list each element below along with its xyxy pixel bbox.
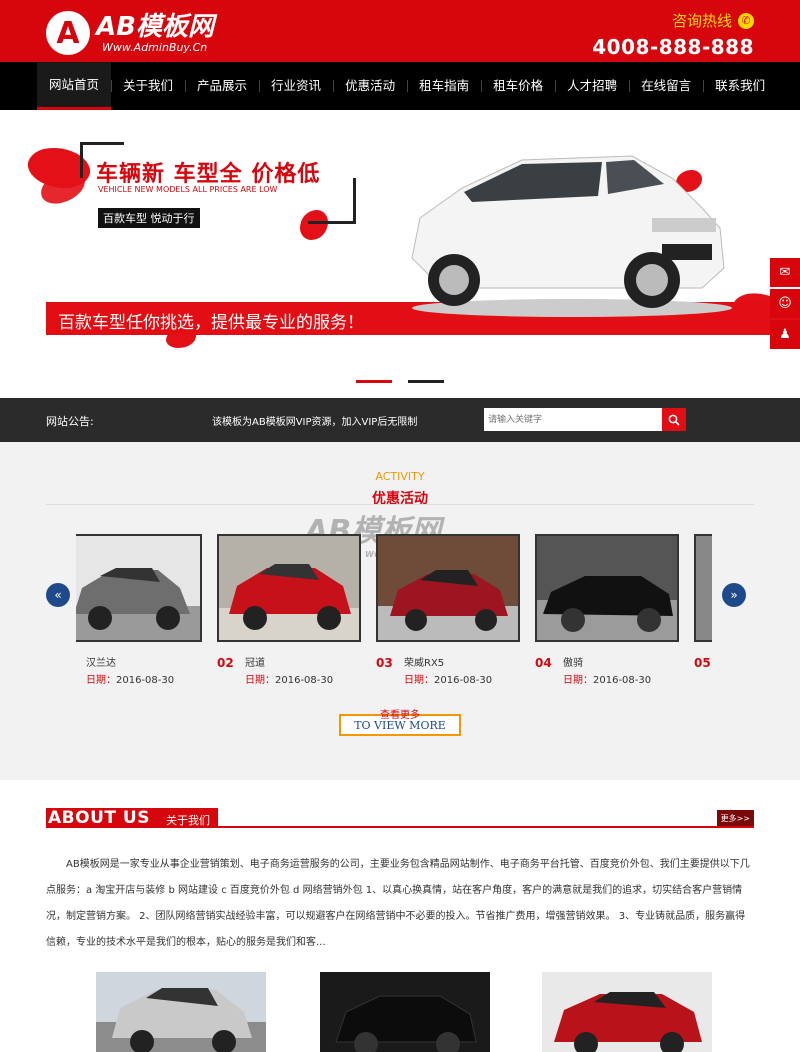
logo-url: Www.AdminBuy.Cn — [102, 40, 208, 54]
date-label: 日期： — [245, 675, 275, 686]
card-number: 05 — [694, 656, 711, 670]
nav-item-products[interactable]: 产品展示 — [185, 62, 259, 110]
car-thumbnail — [535, 534, 679, 642]
nav-item-promotions[interactable]: 优惠活动 — [333, 62, 407, 110]
hotline: 咨询热线 ✆ 4008-888-888 — [592, 10, 754, 59]
car-thumbnail — [694, 534, 712, 642]
activity-card[interactable]: 02 冠道 日期：2016-08-30 — [217, 534, 361, 686]
activity-card[interactable]: 03 荣威RX5 日期：2016-08-30 — [376, 534, 520, 686]
user-icon[interactable]: ☺ — [770, 289, 800, 318]
nav-item-message[interactable]: 在线留言 — [629, 62, 703, 110]
car-thumbnail — [376, 534, 520, 642]
nav-item-about[interactable]: 关于我们 — [111, 62, 185, 110]
about-image[interactable] — [542, 972, 712, 1052]
activity-carousel: 01 汉兰达 日期：2016-08-30 02 冠道 日期：2016-08-30… — [76, 534, 712, 694]
card-title[interactable]: 荣威RX5 — [404, 654, 444, 669]
banner-title: 车辆新 车型全 价格低 — [96, 162, 321, 187]
hero-banner[interactable]: 车辆新 车型全 价格低 VEHICLE NEW MODELS ALL PRICE… — [0, 110, 800, 398]
main-nav: 网站首页 关于我们 产品展示 行业资讯 优惠活动 租车指南 租车价格 人才招聘 … — [0, 62, 800, 110]
activity-card[interactable]: 05 — [694, 534, 712, 670]
slide-dot-1[interactable] — [356, 380, 392, 383]
slide-dot-2[interactable] — [408, 380, 444, 383]
activity-card[interactable]: 04 傲骑 日期：2016-08-30 — [535, 534, 679, 686]
notice-text[interactable]: 该模板为AB模板网VIP资源，加入VIP后无限制 — [212, 413, 417, 428]
card-title[interactable]: 冠道 — [245, 654, 265, 669]
date-label: 日期： — [563, 675, 593, 686]
card-date: 2016-08-30 — [593, 675, 652, 686]
wechat-icon[interactable]: ✉ — [770, 258, 800, 287]
card-number: 04 — [535, 656, 552, 670]
nav-item-contact[interactable]: 联系我们 — [703, 62, 777, 110]
notice-bar: 网站公告: 该模板为AB模板网VIP资源，加入VIP后无限制 — [0, 398, 800, 442]
activity-title-cn: 优惠活动 — [372, 491, 428, 507]
activity-title-en: ACTIVITY — [375, 470, 425, 483]
view-more-en[interactable]: TO VIEW MORE — [339, 719, 461, 732]
about-image[interactable] — [96, 972, 266, 1052]
side-float-bar: ✉ ☺ ♟ — [770, 258, 800, 350]
activity-card[interactable]: 01 汉兰达 日期：2016-08-30 — [76, 534, 202, 686]
search-icon — [668, 414, 680, 426]
card-title[interactable]: 傲骑 — [563, 654, 583, 669]
nav-item-home[interactable]: 网站首页 — [37, 62, 112, 110]
about-image[interactable] — [320, 972, 490, 1052]
header: A AB模板网 Www.AdminBuy.Cn 咨询热线 ✆ 4008-888-… — [0, 0, 800, 62]
phone-icon: ✆ — [738, 12, 754, 29]
divider — [46, 504, 754, 505]
date-label: 日期： — [86, 675, 116, 686]
card-number: 03 — [376, 656, 393, 670]
car-thumbnail — [217, 534, 361, 642]
about-header: ABOUT US 关于我们 更多>> — [46, 808, 754, 828]
nav-item-prices[interactable]: 租车价格 — [481, 62, 555, 110]
about-text: AB模板网是一家专业从事企业营销策划、电子商务运营服务的公司，主要业务包含精品网… — [46, 852, 754, 956]
logo-title: AB模板网 — [96, 11, 214, 42]
date-label: 日期： — [404, 675, 434, 686]
nav-item-jobs[interactable]: 人才招聘 — [555, 62, 629, 110]
banner-tag: 百款车型 悦动于行 — [98, 208, 200, 228]
qq-icon[interactable]: ♟ — [770, 320, 800, 349]
search-button[interactable] — [662, 408, 686, 431]
prev-arrow-icon[interactable]: « — [46, 583, 70, 607]
activity-section: ACTIVITY 优惠活动 AB模板网 Www.AdminBuy.Cn « » … — [0, 442, 800, 780]
about-title-cn: 关于我们 — [166, 814, 210, 827]
card-date: 2016-08-30 — [116, 675, 175, 686]
card-date: 2016-08-30 — [275, 675, 334, 686]
card-date: 2016-08-30 — [434, 675, 493, 686]
white-suv-image — [411, 155, 732, 317]
site-logo[interactable]: A AB模板网 Www.AdminBuy.Cn — [46, 10, 214, 56]
banner-slogan: 百款车型任你挑选，提供最专业的服务！ — [58, 313, 364, 333]
card-number: 02 — [217, 656, 234, 670]
car-thumbnail — [76, 534, 202, 642]
search-input[interactable] — [484, 408, 662, 431]
nav-item-guide[interactable]: 租车指南 — [407, 62, 481, 110]
next-arrow-icon[interactable]: » — [722, 583, 746, 607]
about-more-link[interactable]: 更多>> — [716, 810, 754, 826]
notice-label: 网站公告: — [46, 415, 94, 428]
banner-subtitle: VEHICLE NEW MODELS ALL PRICES ARE LOW — [98, 185, 278, 194]
card-title[interactable]: 汉兰达 — [86, 654, 116, 669]
hotline-label: 咨询热线 — [671, 12, 732, 30]
logo-mark: A — [46, 11, 90, 55]
about-title-en: ABOUT US — [48, 808, 150, 828]
nav-item-news[interactable]: 行业资讯 — [259, 62, 333, 110]
about-paragraph: AB模板网是一家专业从事企业营销策划、电子商务运营服务的公司，主要业务包含精品网… — [46, 859, 750, 948]
hotline-number: 4008-888-888 — [592, 35, 754, 59]
